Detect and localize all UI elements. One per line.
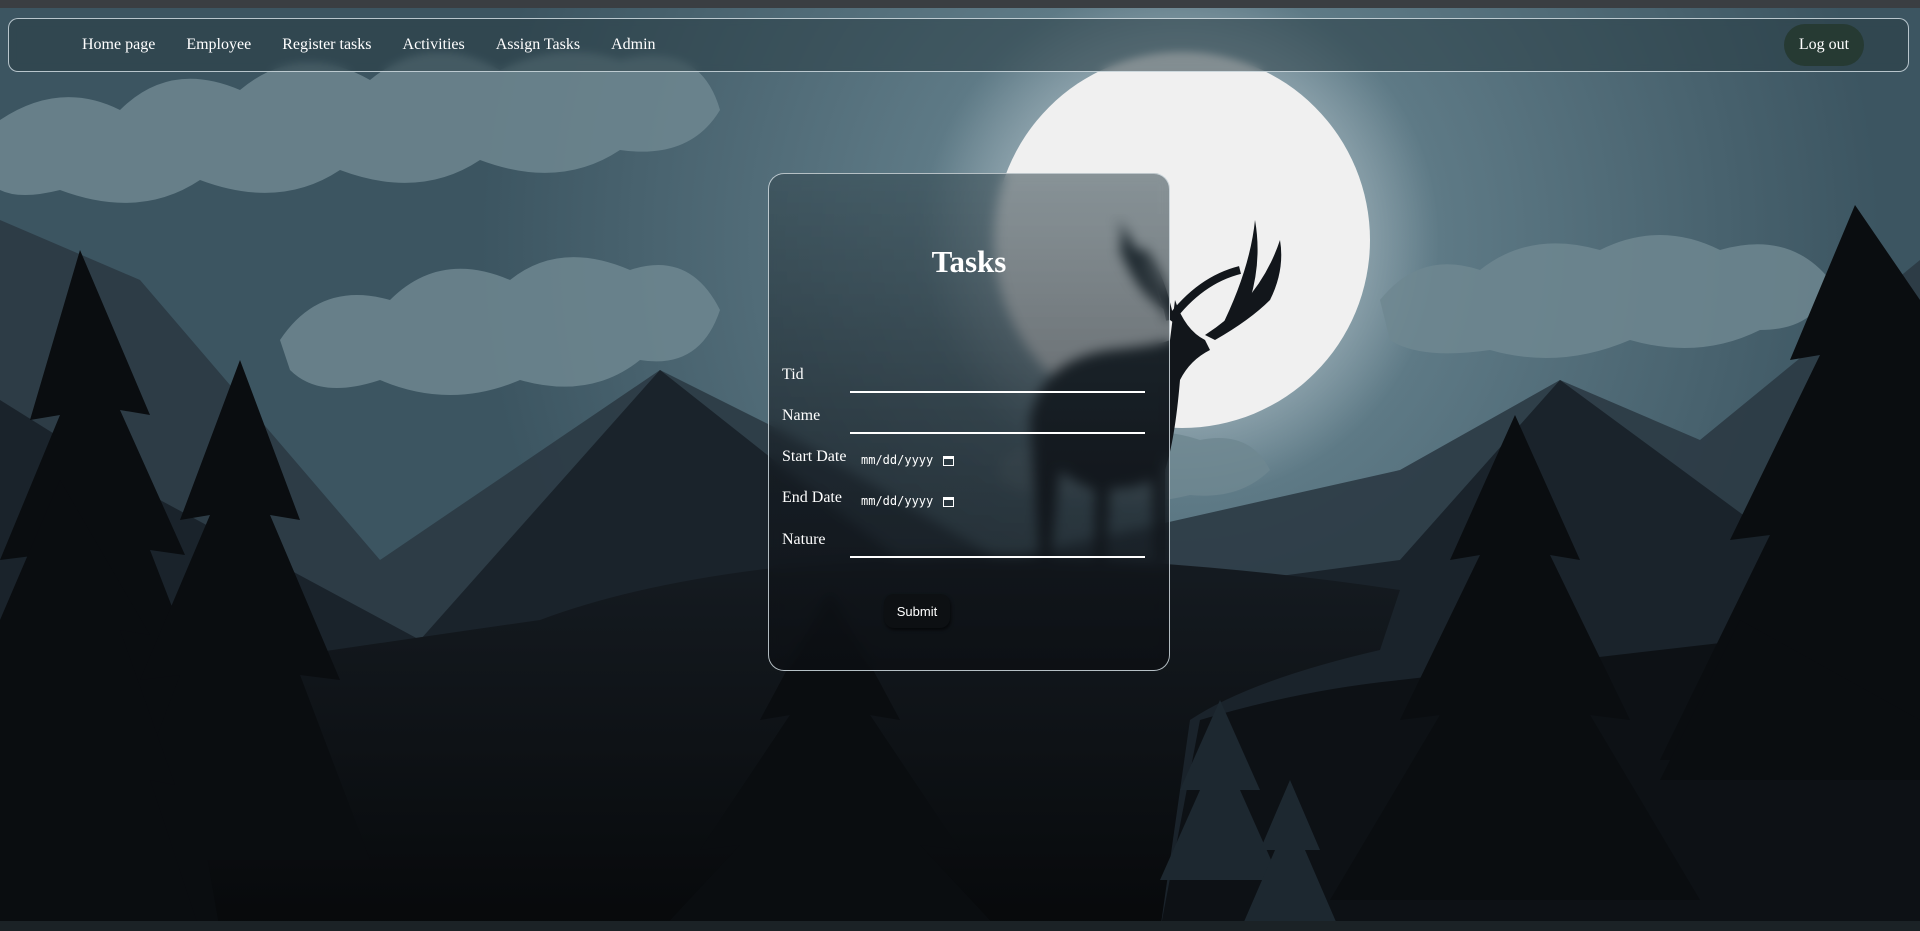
name-input[interactable] <box>850 410 1145 434</box>
nav-link-employee[interactable]: Employee <box>186 36 251 54</box>
nature-input[interactable] <box>850 534 1145 558</box>
browser-top-strip <box>0 0 1920 8</box>
nav-link-activities[interactable]: Activities <box>403 36 465 54</box>
logout-button[interactable]: Log out <box>1784 24 1864 66</box>
name-label: Name <box>782 407 821 424</box>
end-date-input[interactable]: mm/dd/yyyy <box>861 490 955 512</box>
start-date-input[interactable]: mm/dd/yyyy <box>861 449 955 471</box>
start-date-placeholder: mm/dd/yyyy <box>861 453 934 467</box>
end-date-label: End Date <box>782 489 842 506</box>
tasks-form-card: Tasks Tid Name Start Date mm/dd/yyyy End… <box>768 173 1170 671</box>
tid-label: Tid <box>782 366 804 383</box>
nav-link-assign-tasks[interactable]: Assign Tasks <box>496 36 580 54</box>
nav-link-admin[interactable]: Admin <box>611 36 655 54</box>
end-date-placeholder: mm/dd/yyyy <box>861 494 934 508</box>
calendar-icon[interactable] <box>943 455 955 466</box>
tid-input[interactable] <box>850 369 1145 393</box>
calendar-icon[interactable] <box>943 496 955 507</box>
nav-links: Home page Employee Register tasks Activi… <box>82 19 687 71</box>
nav-link-home-page[interactable]: Home page <box>82 36 155 54</box>
nature-label: Nature <box>782 531 826 548</box>
submit-button[interactable]: Submit <box>884 594 950 628</box>
start-date-label: Start Date <box>782 448 847 465</box>
browser-bottom-strip <box>0 921 1920 931</box>
top-navbar: Home page Employee Register tasks Activi… <box>8 18 1909 72</box>
form-title: Tasks <box>931 244 1007 279</box>
nav-link-register-tasks[interactable]: Register tasks <box>282 36 371 54</box>
